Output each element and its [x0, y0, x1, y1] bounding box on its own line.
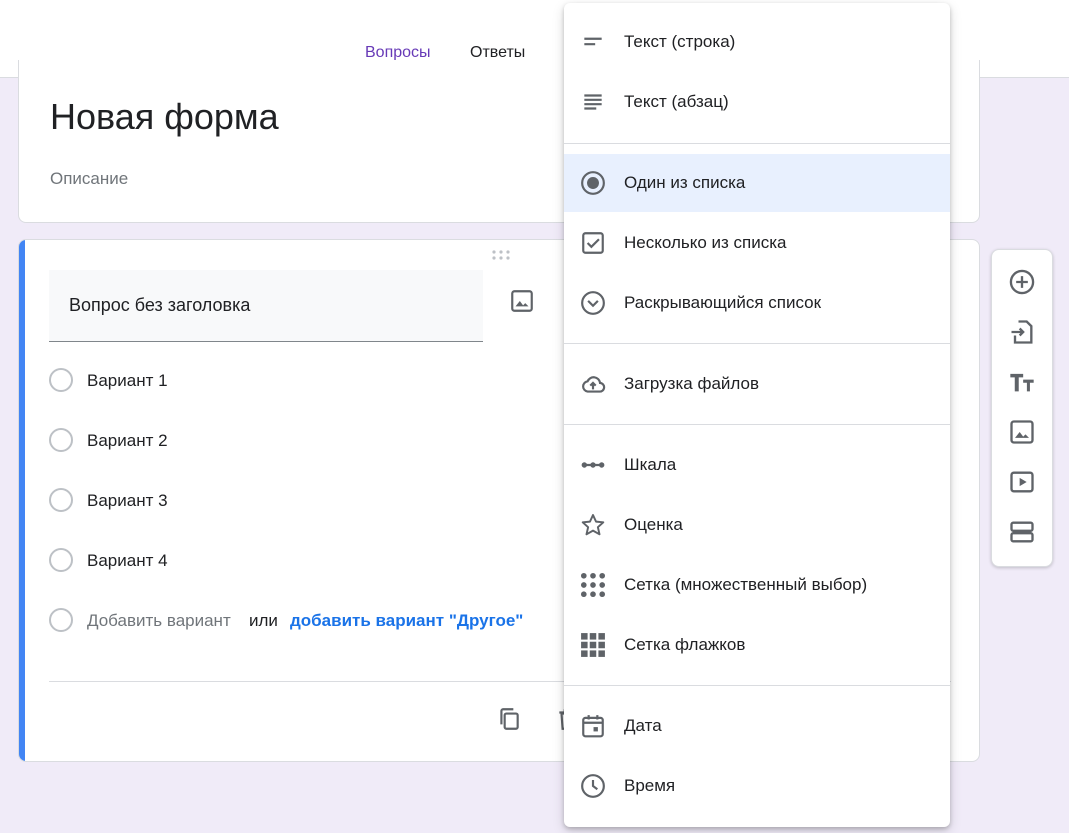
cloud-upload-icon: [582, 376, 606, 393]
radio-icon[interactable]: [49, 428, 73, 452]
option-label[interactable]: Вариант 4: [87, 551, 168, 571]
calendar-icon: [582, 715, 604, 738]
menu-item-multiple-choice-grid[interactable]: Сетка (множественный выбор): [564, 556, 950, 614]
short-answer-icon: [584, 37, 602, 46]
menu-item-label: Текст (строка): [624, 32, 736, 51]
menu-item-dropdown[interactable]: Раскрывающийся список: [564, 274, 950, 332]
menu-separator: [564, 424, 950, 425]
duplicate-icon[interactable]: [496, 706, 522, 732]
form-description[interactable]: Описание: [50, 169, 128, 189]
menu-item-label: Дата: [624, 716, 662, 735]
menu-item-label: Сетка (множественный выбор): [624, 575, 868, 594]
menu-item-label: Раскрывающийся список: [624, 293, 822, 312]
menu-item-rating[interactable]: Оценка: [564, 496, 950, 554]
menu-separator: [564, 143, 950, 144]
menu-item-date[interactable]: Дата: [564, 697, 950, 755]
paragraph-icon: [584, 94, 602, 110]
radio-icon[interactable]: [49, 488, 73, 512]
menu-item-checkbox-grid[interactable]: Сетка флажков: [564, 616, 950, 674]
menu-item-paragraph[interactable]: Текст (абзац): [564, 73, 950, 131]
menu-item-multiple-choice[interactable]: Один из списка: [564, 154, 950, 212]
menu-item-label: Несколько из списка: [624, 233, 787, 252]
menu-item-label: Текст (абзац): [624, 92, 729, 111]
radio-grid-icon: [580, 572, 606, 598]
option-label[interactable]: Вариант 2: [87, 431, 168, 451]
floating-toolbar: [991, 249, 1053, 567]
form-title[interactable]: Новая форма: [50, 96, 279, 138]
import-questions-icon[interactable]: [1008, 318, 1036, 346]
option-label[interactable]: Вариант 3: [87, 491, 168, 511]
star-icon: [581, 514, 605, 536]
clock-icon: [581, 774, 605, 798]
menu-item-file-upload[interactable]: Загрузка файлов: [564, 355, 950, 413]
drag-handle-icon[interactable]: [491, 249, 511, 261]
menu-item-checkboxes[interactable]: Несколько из списка: [564, 214, 950, 272]
add-option-link[interactable]: Добавить вариант: [87, 611, 231, 631]
menu-separator: [564, 343, 950, 344]
question-title-field[interactable]: Вопрос без заголовка: [49, 270, 483, 342]
option-label[interactable]: Вариант 1: [87, 371, 168, 391]
menu-item-linear-scale[interactable]: Шкала: [564, 436, 950, 494]
add-question-icon[interactable]: [1008, 268, 1036, 296]
add-video-icon[interactable]: [1008, 468, 1036, 496]
question-type-menu: Текст (строка) Текст (абзац) Один из спи…: [564, 3, 950, 827]
question-active-bar: [19, 240, 25, 761]
menu-item-label: Один из списка: [624, 173, 746, 192]
linear-scale-icon: [581, 462, 605, 468]
or-text: или: [249, 611, 278, 630]
add-section-icon[interactable]: [1008, 518, 1036, 546]
menu-item-label: Оценка: [624, 515, 683, 534]
checkbox-grid-icon: [581, 633, 605, 657]
question-title: Вопрос без заголовка: [69, 295, 251, 315]
menu-item-label: Сетка флажков: [624, 635, 746, 654]
menu-item-time[interactable]: Время: [564, 757, 950, 815]
menu-item-label: Шкала: [624, 455, 677, 474]
menu-item-label: Время: [624, 776, 676, 795]
radio-button-icon: [581, 171, 605, 195]
radio-icon[interactable]: [49, 548, 73, 572]
menu-item-short-answer[interactable]: Текст (строка): [564, 13, 950, 71]
menu-separator: [564, 685, 950, 686]
radio-icon: [49, 608, 73, 632]
checkbox-icon: [582, 232, 604, 254]
menu-item-label: Загрузка файлов: [624, 374, 760, 393]
radio-icon[interactable]: [49, 368, 73, 392]
add-other-link[interactable]: добавить вариант "Другое": [290, 611, 523, 631]
add-image-icon[interactable]: [509, 288, 535, 314]
add-title-icon[interactable]: [1008, 368, 1036, 396]
dropdown-icon: [581, 291, 605, 315]
add-image-icon[interactable]: [1008, 418, 1036, 446]
